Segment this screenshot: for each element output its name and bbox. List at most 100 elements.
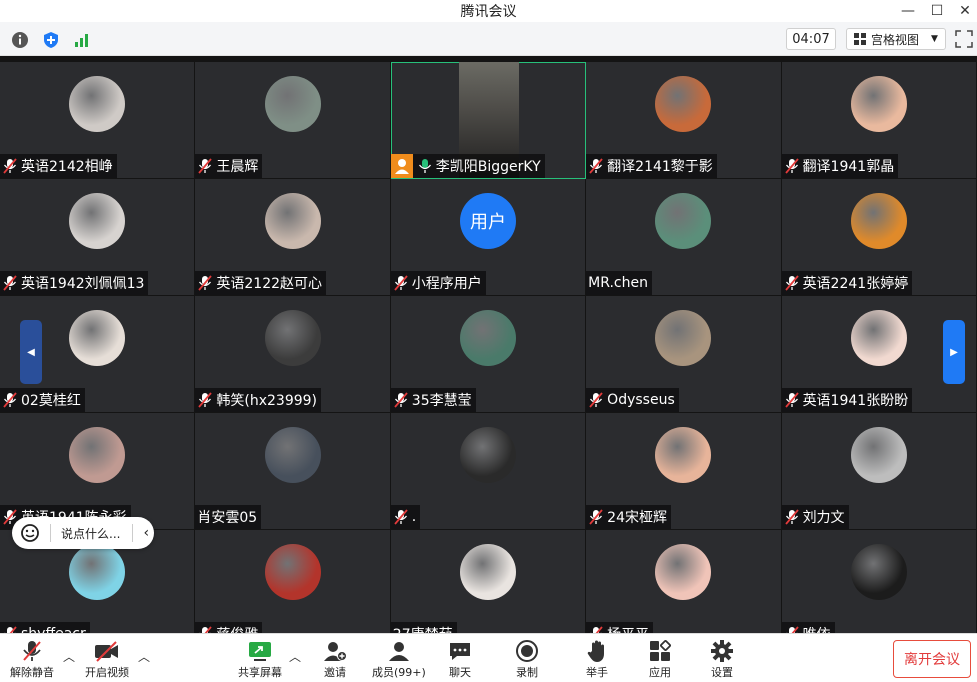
quick-chat-box[interactable]: 说点什么... ‹ xyxy=(12,517,154,549)
next-page-button[interactable]: ▶ xyxy=(943,320,965,384)
participant-tile[interactable]: 唯依 xyxy=(781,530,977,633)
apps-label: 应用 xyxy=(649,666,671,679)
participant-tile[interactable]: Odysseus xyxy=(586,296,782,413)
participant-name: 肖安雲05 xyxy=(197,510,258,526)
mic-muted-icon xyxy=(784,158,800,174)
invite-button[interactable]: 邀请 xyxy=(322,638,348,680)
avatar xyxy=(264,193,321,249)
avatar xyxy=(459,427,516,483)
collapse-chat-icon[interactable]: ‹ xyxy=(143,525,149,541)
participant-label: . xyxy=(390,505,421,529)
avatar xyxy=(264,310,321,366)
participant-name: MR.chen xyxy=(588,275,648,291)
participant-label: 英语2142相峥 xyxy=(0,154,117,178)
chat-button[interactable]: 聊天 xyxy=(447,638,473,680)
participant-name: 02莫桂红 xyxy=(21,393,81,409)
video-options-chevron-icon[interactable]: ︿ xyxy=(138,648,150,665)
prev-page-button[interactable]: ◀ xyxy=(20,320,42,384)
mic-muted-icon xyxy=(588,626,604,633)
participant-tile[interactable]: 王晨辉 xyxy=(195,62,391,179)
participant-name: 唯依 xyxy=(803,624,831,633)
participant-name: 24宋桠辉 xyxy=(607,510,667,526)
participant-tile[interactable]: 翻译2141黎于影 xyxy=(586,62,782,179)
members-button[interactable]: 成员(99+) xyxy=(372,638,426,680)
mic-muted-icon xyxy=(588,158,604,174)
participant-tile[interactable]: 27唐梦茹 xyxy=(390,530,587,633)
avatar xyxy=(850,193,907,249)
network-status-button[interactable] xyxy=(72,30,92,50)
unmute-label: 解除静音 xyxy=(10,666,54,679)
fullscreen-button[interactable] xyxy=(955,30,973,48)
invite-icon xyxy=(324,642,347,661)
control-bar: 解除静音 ︿ 开启视频 ︿ 共享屏幕 ︿ 邀请 成员(99+) 聊天 录制 举手… xyxy=(0,633,977,682)
participant-label: 27唐梦茹 xyxy=(390,622,457,633)
participant-tile[interactable]: 英语2241张婷婷 xyxy=(781,179,977,296)
avatar xyxy=(655,427,712,483)
avatar xyxy=(655,76,712,132)
participant-tile[interactable]: 韩笑(hx23999) xyxy=(195,296,391,413)
participant-tile[interactable]: 英语2122赵可心 xyxy=(195,179,391,296)
title-bar: 腾讯会议 — ☐ ✕ xyxy=(0,0,977,22)
participant-name: Odysseus xyxy=(607,392,675,408)
participant-tile[interactable]: 35李慧莹 xyxy=(390,296,587,413)
participant-tile[interactable]: 翻译1941郭晶 xyxy=(781,62,977,179)
participant-name: 英语1942刘佩佩13 xyxy=(21,276,145,292)
participant-name: 翻译2141黎于影 xyxy=(607,159,713,175)
meeting-info-button[interactable] xyxy=(10,30,30,50)
chevron-down-icon: ▼ xyxy=(931,34,938,44)
audio-options-chevron-icon[interactable]: ︿ xyxy=(63,648,75,665)
apps-button[interactable]: 应用 xyxy=(647,638,673,680)
security-button[interactable] xyxy=(41,30,61,50)
participant-tile[interactable]: 肖安雲05 xyxy=(195,413,391,530)
view-mode-dropdown[interactable]: 宫格视图 ▼ xyxy=(846,28,946,50)
participant-tile[interactable]: . xyxy=(390,413,587,530)
chat-input-placeholder[interactable]: 说点什么... xyxy=(61,525,120,542)
divider xyxy=(50,524,51,542)
meeting-timer: 04:07 xyxy=(786,28,836,50)
close-button[interactable]: ✕ xyxy=(950,0,977,22)
participant-tile[interactable]: 杨平平 xyxy=(586,530,782,633)
record-button[interactable]: 录制 xyxy=(514,638,540,680)
maximize-icon: ☐ xyxy=(930,3,944,19)
raise-hand-icon xyxy=(587,640,604,662)
participant-label: 英语1941张盼盼 xyxy=(781,388,913,412)
mic-muted-icon xyxy=(784,275,800,291)
start-video-button[interactable]: 开启视频 xyxy=(85,638,129,680)
chat-label: 聊天 xyxy=(449,666,471,679)
participant-tile[interactable]: 英语1941陈永彩 xyxy=(0,413,196,530)
participant-tile[interactable]: 英语1942刘佩佩13 xyxy=(0,179,196,296)
share-screen-icon xyxy=(249,642,271,661)
participant-tile[interactable]: 刘力文 xyxy=(781,413,977,530)
avatar xyxy=(655,193,712,249)
settings-button[interactable]: 设置 xyxy=(709,638,735,680)
participant-name: 李凯阳BiggerKY xyxy=(435,159,541,175)
participant-tile[interactable]: 李凯阳BiggerKY xyxy=(390,62,587,179)
mic-muted-icon xyxy=(2,275,18,291)
maximize-button[interactable]: ☐ xyxy=(922,0,952,22)
signal-icon xyxy=(75,34,88,47)
raise-hand-button[interactable]: 举手 xyxy=(584,638,610,680)
avatar: 用户 xyxy=(459,193,516,249)
participant-name: 小程序用户 xyxy=(411,276,482,292)
close-icon: ✕ xyxy=(959,3,971,19)
participant-tile[interactable]: MR.chen xyxy=(586,179,782,296)
minimize-button[interactable]: — xyxy=(893,0,923,22)
participant-name: 刘力文 xyxy=(802,510,845,526)
share-options-chevron-icon[interactable]: ︿ xyxy=(289,648,301,665)
participant-label: 肖安雲05 xyxy=(195,505,262,529)
share-screen-label: 共享屏幕 xyxy=(238,666,282,679)
share-screen-button[interactable]: 共享屏幕 xyxy=(238,638,282,680)
unmute-button[interactable]: 解除静音 xyxy=(10,638,54,680)
leave-meeting-button[interactable]: 离开会议 xyxy=(893,640,971,678)
participant-tile[interactable]: 24宋桠辉 xyxy=(586,413,782,530)
grid-view-icon xyxy=(854,33,866,45)
participant-tile[interactable]: 英语2142相峥 xyxy=(0,62,196,179)
mic-muted-icon xyxy=(393,275,409,291)
avatar xyxy=(850,310,907,366)
participant-name: 英语2122赵可心 xyxy=(216,276,323,292)
avatar xyxy=(69,76,126,132)
mic-on-icon xyxy=(417,158,433,174)
participant-tile[interactable]: 蒋俊雅 xyxy=(195,530,391,633)
participant-tile[interactable]: 用户小程序用户 xyxy=(390,179,587,296)
participant-label: 王晨辉 xyxy=(195,154,263,178)
